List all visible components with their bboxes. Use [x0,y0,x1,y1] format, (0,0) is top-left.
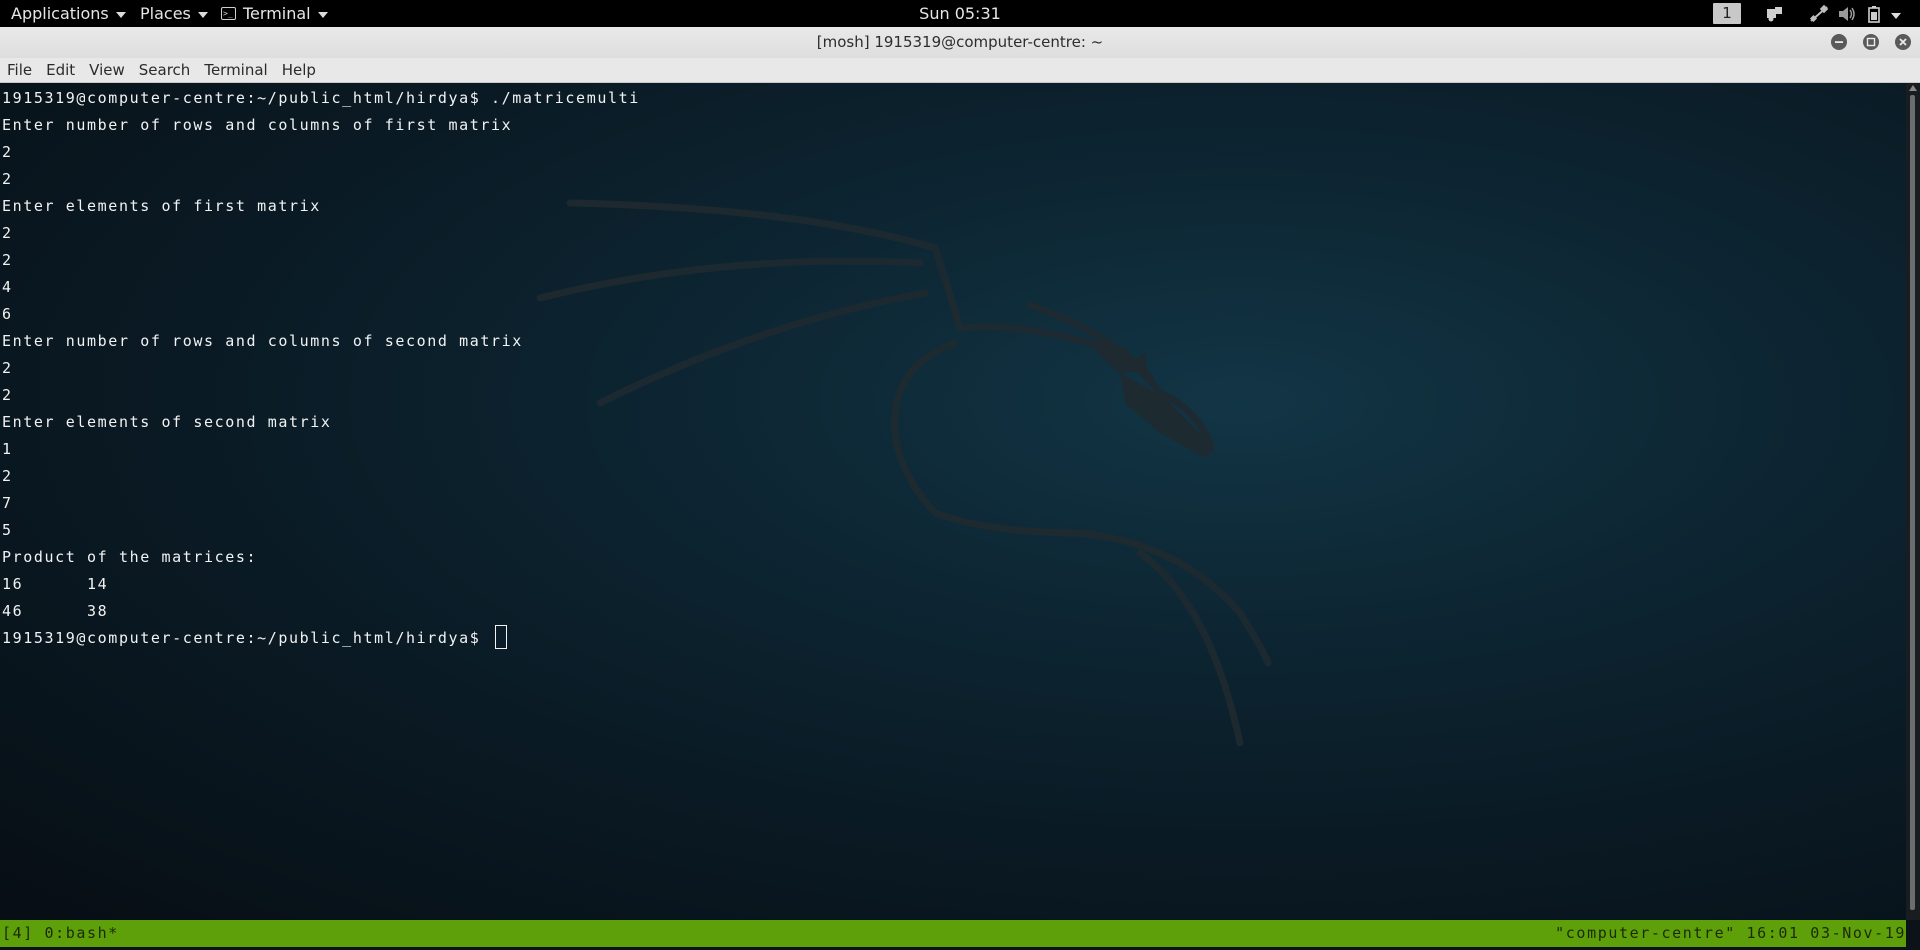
applications-menu[interactable]: Applications [11,0,126,27]
battery-icon[interactable] [1864,4,1886,24]
shell-prompt: 1915319@computer-centre:~/public_html/hi… [2,629,492,647]
terminal-line: Product of the matrices: [2,548,258,566]
terminal-line: 2 [2,359,13,377]
window-titlebar[interactable]: [mosh] 1915319@computer-centre: ~ [0,27,1920,59]
applications-label: Applications [11,4,109,23]
scrollbar-thumb[interactable] [1910,95,1915,910]
terminal-line: 1915319@computer-centre:~/public_html/hi… [2,89,640,107]
terminal-line: 7 [2,494,13,512]
menu-help[interactable]: Help [275,58,323,82]
volume-icon[interactable] [1836,4,1858,24]
menu-edit[interactable]: Edit [39,58,82,82]
terminal-line: 46 38 [2,602,109,620]
terminal-line: 1 [2,440,13,458]
terminal-line: Enter elements of first matrix [2,197,321,215]
terminal-line: 2 [2,170,13,188]
minimize-button[interactable] [1831,34,1847,50]
system-menu-chevron-icon[interactable] [1891,13,1901,19]
close-button[interactable] [1895,34,1911,50]
workspace-indicator[interactable]: 1 [1713,3,1741,24]
terminal-line: 4 [2,278,13,296]
terminal-output: 1915319@computer-centre:~/public_html/hi… [2,85,640,652]
text-cursor [495,625,508,649]
close-icon [1899,38,1907,46]
terminal-line: 2 [2,251,13,269]
terminal-line: 2 [2,224,13,242]
terminal-line: Enter elements of second matrix [2,413,332,431]
maximize-icon [1866,37,1876,47]
terminal-viewport[interactable]: 1915319@computer-centre:~/public_html/hi… [0,83,1906,920]
terminal-line: 6 [2,305,13,323]
terminal-icon: >_ [221,7,236,20]
window-title: [mosh] 1915319@computer-centre: ~ [816,33,1104,51]
chevron-down-icon [317,11,328,18]
tmux-status-bar: [4] 0:bash* "computer-centre" 16:01 03-N… [0,920,1906,947]
network-icon[interactable] [1808,4,1830,24]
terminal-line: 16 14 [2,575,109,593]
terminal-line: 2 [2,386,13,404]
prompt-line[interactable]: 1915319@computer-centre:~/public_html/hi… [2,625,640,652]
terminal-menubar: File Edit View Search Terminal Help [0,58,1920,83]
tmux-window-list[interactable]: [4] 0:bash* [2,920,119,947]
terminal-line: 2 [2,143,13,161]
menu-view[interactable]: View [82,58,132,82]
scroll-up-arrow-icon[interactable] [1909,85,1917,91]
chevron-down-icon [115,11,126,18]
top-panel: Applications Places >_ Terminal Sun 05:3… [0,0,1920,27]
terminal-app-label: Terminal [243,4,311,23]
terminal-line: 5 [2,521,13,539]
clock[interactable]: Sun 05:31 [919,4,1001,23]
tmux-status-right: "computer-centre" 16:01 03-Nov-19 [1555,924,1906,942]
chevron-down-icon [197,11,208,18]
places-menu[interactable]: Places [140,0,208,27]
terminal-line: Enter number of rows and columns of firs… [2,116,513,134]
minimize-icon [1835,41,1843,43]
terminal-line: Enter number of rows and columns of seco… [2,332,523,350]
maximize-button[interactable] [1863,34,1879,50]
terminal-app-menu[interactable]: >_ Terminal [221,0,328,27]
places-label: Places [140,4,191,23]
terminal-line: 2 [2,467,13,485]
menu-terminal[interactable]: Terminal [197,58,274,82]
terminal-scrollbar[interactable] [1906,83,1920,920]
menu-search[interactable]: Search [132,58,198,82]
workspaces-icon[interactable] [1764,4,1786,24]
menu-file[interactable]: File [0,58,39,82]
